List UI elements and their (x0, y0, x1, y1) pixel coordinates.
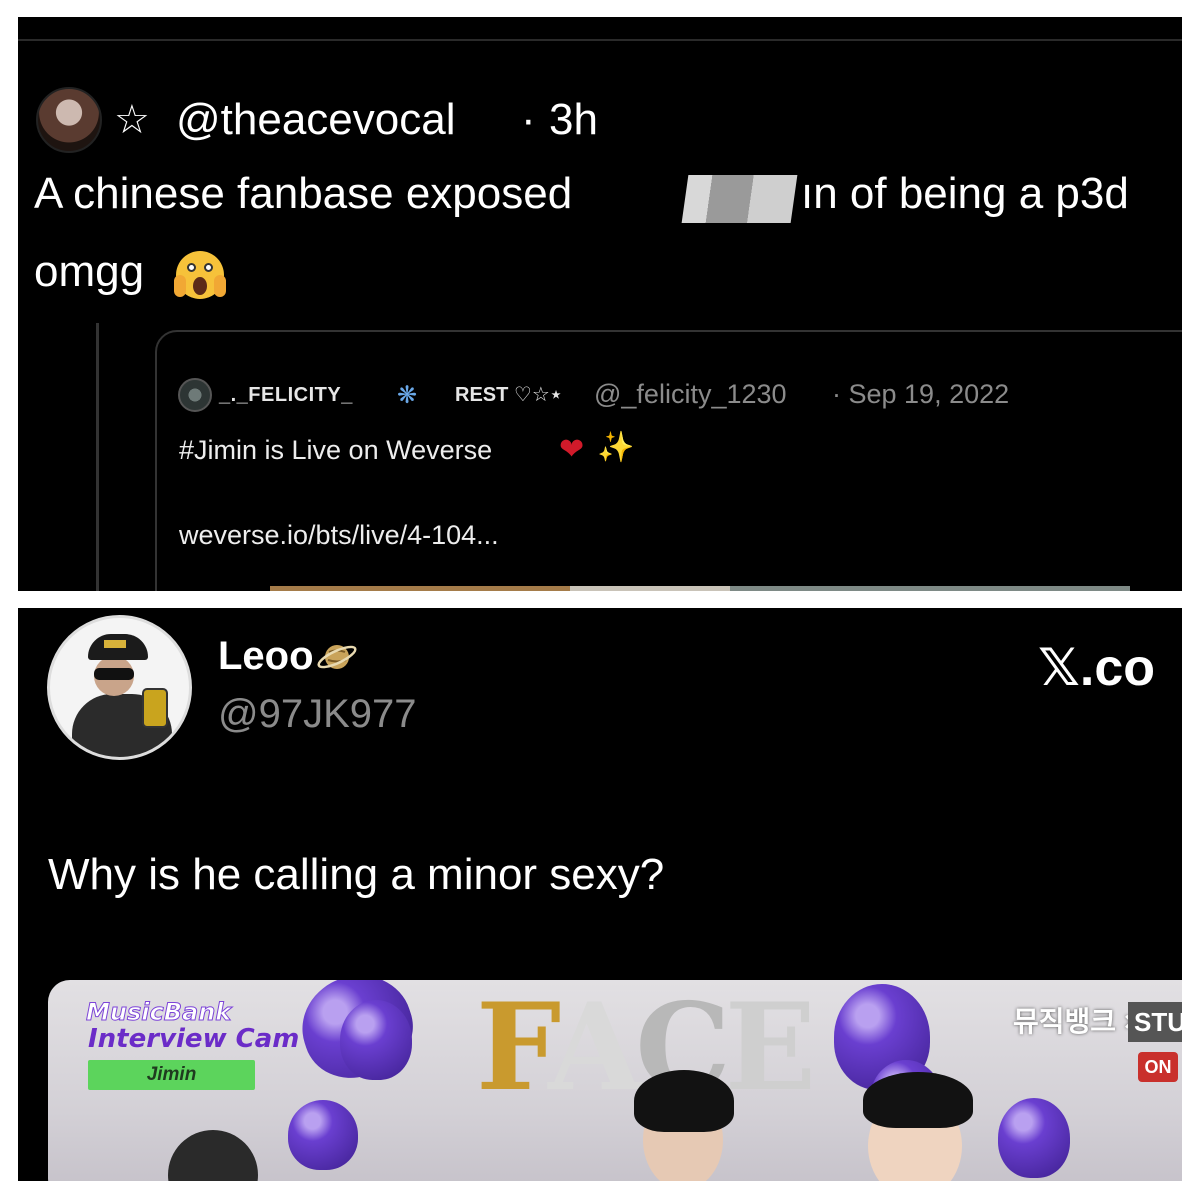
redaction-censor-block (681, 175, 798, 223)
saturn-icon (317, 645, 357, 669)
top-tweet-time[interactable]: 3h (549, 96, 598, 144)
emoji-eye-left (187, 263, 196, 272)
studio-logo: STUDIO (1128, 1002, 1182, 1042)
thread-connector-line (96, 323, 99, 591)
person-hair-right (863, 1072, 973, 1128)
media-preview-band (570, 586, 730, 591)
emoji-mouth (193, 277, 207, 295)
bottom-tweet-screenshot: Leoo @97JK977 𝕏.co Why is he calling a m… (18, 608, 1182, 1181)
balloon-letter: F (476, 980, 554, 1118)
interview-cam-label: Interview Cam (88, 1024, 300, 1054)
top-divider (18, 39, 1182, 41)
top-user-avatar[interactable] (36, 87, 102, 153)
on-air-badge: ON (1138, 1052, 1178, 1082)
quoted-user-handle[interactable]: @_felicity_1230 (594, 378, 787, 410)
quoted-media-preview[interactable] (270, 586, 1130, 591)
person-hair-center (634, 1070, 734, 1132)
bottom-user-avatar[interactable] (47, 615, 192, 760)
person-head-left (168, 1130, 258, 1181)
top-tweet-text-part1: A chinese fanbase exposed (34, 169, 573, 218)
scream-face-emoji-icon (174, 251, 226, 299)
bottom-tweet-text: Why is he calling a minor sexy? (48, 850, 665, 899)
emoji-hand-right (214, 275, 226, 297)
top-tweet-screenshot: ☆ @theacevocal · 3h A chinese fanbase ex… (18, 17, 1182, 591)
musicbank-logo: MusicBank (85, 998, 232, 1026)
heart-icon: ❤ (559, 433, 585, 466)
korean-show-logo: 뮤직뱅크 × (1013, 1006, 1141, 1037)
bottom-user-name[interactable]: Leoo (218, 633, 314, 679)
heart-balloon (288, 1100, 358, 1170)
balloon-letter: A (548, 980, 641, 1118)
name-tag-text: Jimin (146, 1064, 197, 1085)
star-icon: ☆ (114, 98, 150, 142)
sparkle-icon: ✨ (597, 431, 635, 464)
heart-balloon (340, 1000, 412, 1080)
balloon-letter: E (724, 980, 817, 1118)
quoted-user-avatar[interactable] (178, 378, 212, 412)
emoji-hand-left (174, 275, 186, 297)
media-preview-band (730, 586, 1130, 591)
weverse-link[interactable]: weverse.io/bts/live/4-104... (179, 517, 499, 553)
media-preview-band (270, 586, 570, 591)
avatar-phone (142, 688, 168, 728)
quoted-tweet-text: #Jimin is Live on Weverse (179, 435, 493, 465)
quoted-user-name[interactable]: _._FELICITY_ (219, 380, 353, 410)
top-tweet-text-line2: omgg (34, 247, 145, 296)
x-logo-icon: 𝕏.co (1038, 639, 1156, 697)
heart-balloon (998, 1098, 1070, 1178)
top-separator: · (521, 95, 536, 144)
top-tweet-text-part2: ın of being a p3d (801, 169, 1129, 218)
avatar-hat-logo (104, 640, 126, 648)
bottom-user-handle[interactable]: @97JK977 (218, 691, 417, 737)
emoji-eye-right (204, 263, 213, 272)
video-thumbnail[interactable]: FACE MusicBank Interview Cam Jimin 뮤직뱅크 … (48, 980, 1182, 1181)
butterfly-icon: ❋ (397, 382, 418, 409)
quoted-tweet-card[interactable]: _._FELICITY_ ❋ REST ♡☆⋆ @_felicity_1230 … (155, 330, 1182, 591)
avatar-sunglasses (94, 668, 134, 680)
top-user-handle[interactable]: @theacevocal (176, 96, 456, 144)
quoted-tweet-date[interactable]: · Sep 19, 2022 (832, 378, 1009, 410)
quoted-user-badge: REST ♡☆⋆ (455, 384, 563, 406)
